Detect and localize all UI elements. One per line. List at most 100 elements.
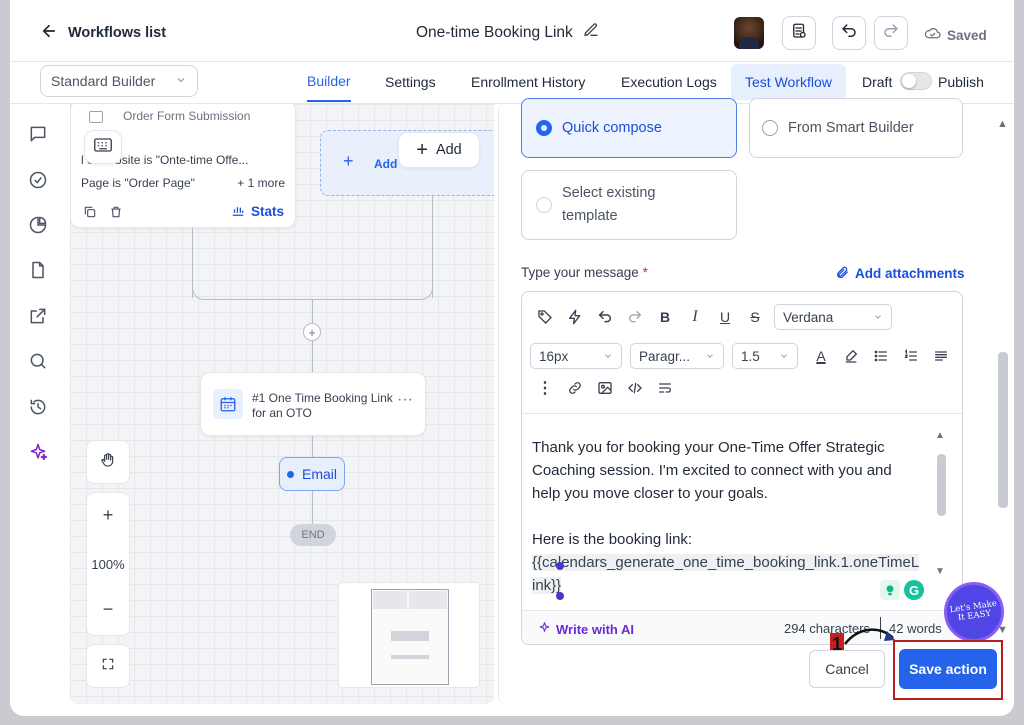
grammarly-icon[interactable]: G [904, 580, 924, 600]
required-mark: * [642, 265, 648, 280]
trigger-title: Order Form Submission [123, 109, 251, 123]
redo-button[interactable] [874, 16, 908, 50]
publish-toggle[interactable] [900, 72, 932, 90]
trigger-more-filters[interactable]: + 1 more [237, 176, 285, 190]
radio-unselected [762, 120, 778, 136]
external-link-icon[interactable] [28, 306, 50, 328]
tab-builder[interactable]: Builder [307, 62, 351, 102]
editor-scrollbar-thumb[interactable] [937, 454, 946, 516]
tab-settings[interactable]: Settings [385, 62, 436, 102]
tab-enrollment-history[interactable]: Enrollment History [471, 62, 585, 102]
message-editor[interactable]: B I U S Verdana 16px Paragr... 1.5 A ⋮ T… [521, 291, 963, 645]
trash-icon[interactable] [109, 205, 123, 224]
workflow-canvas[interactable]: Order Form Submission l el/website is "O… [70, 104, 494, 704]
italic-icon[interactable]: I [680, 304, 710, 330]
trigger-card[interactable]: Order Form Submission l el/website is "O… [70, 104, 296, 228]
builder-type-select[interactable]: Standard Builder [40, 65, 198, 97]
cancel-button[interactable]: Cancel [809, 650, 885, 688]
paragraph-style-value: Paragr... [639, 348, 691, 364]
notes-button[interactable] [782, 16, 816, 50]
lightning-icon[interactable] [560, 304, 590, 330]
tag-icon[interactable] [530, 304, 560, 330]
message-line: Thank you for booking your One-Time Offe… [532, 439, 885, 456]
add-step-button[interactable]: + [303, 323, 321, 341]
font-size-select[interactable]: 16px [530, 343, 622, 369]
text-color-icon[interactable]: A [806, 343, 836, 369]
highlighter-icon[interactable] [836, 343, 866, 369]
app-window: Workflows list One-time Booking Link Sav… [10, 0, 1014, 716]
user-avatar[interactable] [734, 17, 764, 49]
scroll-up-arrow-icon[interactable]: ▲ [997, 118, 1008, 130]
chevron-down-icon [705, 349, 715, 364]
minimap[interactable] [338, 582, 480, 688]
paragraph-style-select[interactable]: Paragr... [630, 343, 724, 369]
redo-icon [882, 22, 900, 45]
copy-icon[interactable] [83, 205, 97, 224]
selection-handle[interactable] [556, 562, 564, 570]
option-label: Select existing template [562, 185, 656, 224]
trigger-filter-2: Page is "Order Page" [81, 176, 195, 190]
publish-label: Publish [938, 74, 984, 90]
keyboard-shortcuts-button[interactable] [84, 130, 122, 164]
saved-label: Saved [947, 27, 987, 43]
edit-pencil-icon[interactable] [583, 22, 599, 43]
pie-chart-icon[interactable] [28, 215, 50, 237]
check-circle-icon[interactable] [28, 170, 50, 192]
search-icon[interactable] [28, 351, 50, 373]
action-editor-panel: Quick compose From Smart Builder Select … [498, 98, 1014, 704]
selection-handle[interactable] [556, 592, 564, 600]
lightbulb-icon[interactable] [880, 580, 900, 600]
message-body[interactable]: Thank you for booking your One-Time Offe… [532, 436, 932, 597]
link-icon[interactable] [560, 375, 590, 401]
zoom-in-button[interactable]: + [87, 505, 129, 526]
fit-view-button[interactable] [86, 644, 130, 688]
undo-button[interactable] [832, 16, 866, 50]
tab-execution-logs[interactable]: Execution Logs [621, 62, 717, 102]
message-line: Coaching session. I'm excited to connect… [532, 462, 892, 479]
minimap-node [373, 591, 407, 609]
save-action-button[interactable]: Save action [899, 649, 997, 689]
scroll-down-arrow-icon[interactable]: ▼ [935, 566, 945, 577]
add-trigger-button[interactable]: + Add [398, 132, 480, 168]
option-quick-compose[interactable]: Quick compose [521, 98, 737, 158]
stats-link[interactable]: Stats [231, 203, 284, 220]
option-label: Quick compose [562, 120, 662, 136]
history-icon[interactable] [28, 397, 50, 419]
toolbar-divider [522, 413, 962, 414]
line-height-select[interactable]: 1.5 [732, 343, 798, 369]
bold-icon[interactable]: B [650, 304, 680, 330]
text-wrap-icon[interactable] [650, 375, 680, 401]
numbered-list-icon[interactable] [896, 343, 926, 369]
panel-scrollbar-thumb[interactable] [998, 352, 1008, 508]
back-to-workflows-link[interactable]: Workflows list [40, 22, 166, 44]
pan-tool-button[interactable] [86, 440, 130, 484]
more-vertical-icon[interactable]: ⋮ [530, 375, 560, 401]
zoom-out-button[interactable]: − [87, 599, 129, 620]
tab-test-workflow[interactable]: Test Workflow [731, 64, 846, 100]
chat-icon[interactable] [28, 124, 50, 146]
font-size-value: 16px [539, 348, 569, 364]
sparkle-ai-icon[interactable] [28, 442, 50, 464]
redo-icon[interactable] [620, 304, 650, 330]
more-options-icon[interactable]: ··· [397, 391, 413, 409]
image-icon[interactable] [590, 375, 620, 401]
align-icon[interactable] [926, 343, 956, 369]
form-icon [89, 111, 103, 123]
radio-unselected [536, 197, 552, 213]
underline-icon[interactable]: U [710, 304, 740, 330]
bullet-list-icon[interactable] [866, 343, 896, 369]
write-with-ai-button[interactable]: Write with AI [538, 621, 634, 637]
strikethrough-icon[interactable]: S [740, 304, 770, 330]
code-icon[interactable] [620, 375, 650, 401]
scroll-up-arrow-icon[interactable]: ▲ [935, 430, 945, 441]
email-branch-node[interactable]: Email [279, 457, 345, 491]
line-height-value: 1.5 [741, 348, 760, 364]
builder-select-value: Standard Builder [51, 73, 156, 89]
option-smart-builder[interactable]: From Smart Builder [749, 98, 963, 158]
document-icon[interactable] [28, 260, 50, 282]
option-existing-template[interactable]: Select existing template [521, 170, 737, 240]
undo-icon[interactable] [590, 304, 620, 330]
font-family-select[interactable]: Verdana [774, 304, 892, 330]
action-node[interactable]: #1 One Time Booking Link for an OTO ··· [200, 372, 426, 436]
add-attachments-link[interactable]: Add attachments [835, 265, 965, 282]
